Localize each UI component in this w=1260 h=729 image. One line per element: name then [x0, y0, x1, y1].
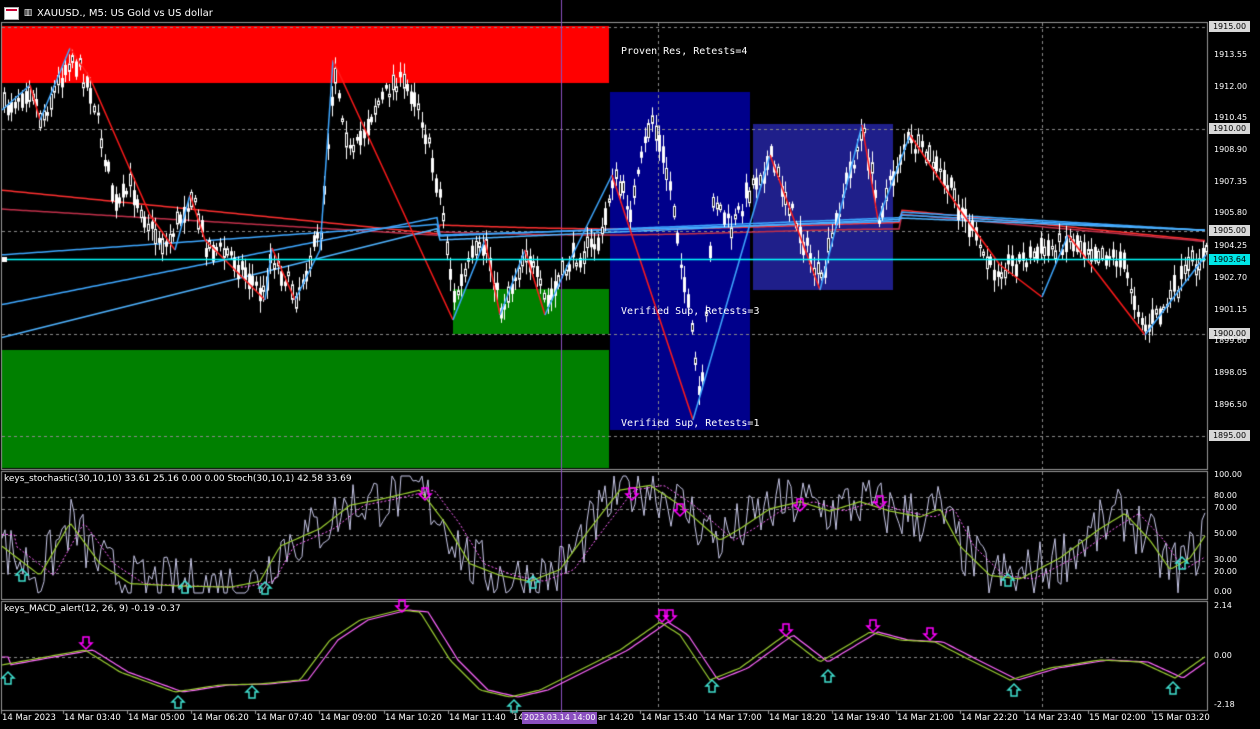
time-label: 14 Mar 23:40 [1025, 713, 1082, 723]
stoch-level-label: 30.00 [1214, 555, 1237, 564]
macd-level-label: 2.14 [1214, 601, 1232, 610]
chart-type-icon[interactable]: ▥ [23, 8, 33, 18]
price-label: 1902.70 [1214, 273, 1248, 282]
time-label: 14 Mar 07:40 [256, 713, 313, 723]
price-label: 1908.90 [1214, 145, 1248, 154]
time-label: 14 Mar 09:00 [320, 713, 377, 723]
time-label: 14 Mar 21:00 [897, 713, 954, 723]
time-label: 14 Mar 10:20 [385, 713, 442, 723]
time-cursor-label: 2023.03.14 14:00 [522, 712, 598, 724]
time-label: 14 Mar 06:20 [192, 713, 249, 723]
time-label: 14 Mar 15:40 [641, 713, 698, 723]
stoch-level-label: 20.00 [1214, 567, 1237, 576]
price-label: 1912.00 [1214, 82, 1248, 91]
price-label: 1901.15 [1214, 305, 1248, 314]
price-label: 1910.00 [1209, 123, 1250, 134]
price-label: 1905.00 [1209, 225, 1250, 236]
chart-title: XAUUSD., M5: US Gold vs US dollar [37, 7, 213, 19]
price-chart-canvas[interactable] [0, 0, 1260, 729]
time-label: 15 Mar 03:20 [1153, 713, 1210, 723]
price-label: 1907.35 [1214, 177, 1248, 186]
price-label: 1895.00 [1209, 430, 1250, 441]
chart-window-icon[interactable] [4, 6, 19, 20]
time-label: 14 Mar 22:20 [961, 713, 1018, 723]
stochastic-label: keys_stochastic(30,10,10) 33.61 25.16 0.… [4, 474, 352, 484]
price-label: 1915.00 [1209, 21, 1250, 32]
price-label: 1903.64 [1209, 254, 1250, 265]
time-label: 14 Mar 05:00 [128, 713, 185, 723]
proven-res-label: Proven Res, Retests=4 [621, 46, 748, 57]
time-label: 14 Mar 03:40 [64, 713, 121, 723]
chart-title-bar: ▥ XAUUSD., M5: US Gold vs US dollar [4, 5, 213, 21]
price-label: 1905.80 [1214, 208, 1248, 217]
price-label: 1898.05 [1214, 368, 1248, 377]
stoch-level-label: 80.00 [1214, 491, 1237, 500]
stoch-level-label: 100.00 [1214, 470, 1242, 479]
macd-level-label: 0.00 [1214, 651, 1232, 660]
time-label: 14 Mar 2023 [2, 713, 56, 723]
stoch-level-label: 50.00 [1214, 529, 1237, 538]
time-label: 14 Mar 19:40 [833, 713, 890, 723]
stoch-level-label: 0.00 [1214, 587, 1232, 596]
stoch-level-label: 70.00 [1214, 503, 1237, 512]
macd-level-label: -2.18 [1214, 700, 1235, 709]
price-label: 1899.60 [1214, 336, 1248, 345]
price-label: 1910.45 [1214, 113, 1248, 122]
verified-sup-label-1: Verified Sup, Retests=3 [621, 306, 760, 317]
price-label: 1913.55 [1214, 50, 1248, 59]
verified-sup-label-2: Verified Sup, Retests=1 [621, 418, 760, 429]
time-label: 14 Mar 17:00 [705, 713, 762, 723]
price-label: 1896.50 [1214, 400, 1248, 409]
time-label: 15 Mar 02:00 [1089, 713, 1146, 723]
time-label: 14 Mar 18:20 [769, 713, 826, 723]
macd-label: keys_MACD_alert(12, 26, 9) -0.19 -0.37 [4, 604, 181, 614]
price-label: 1904.25 [1214, 241, 1248, 250]
time-label: 14 Mar 11:40 [449, 713, 506, 723]
